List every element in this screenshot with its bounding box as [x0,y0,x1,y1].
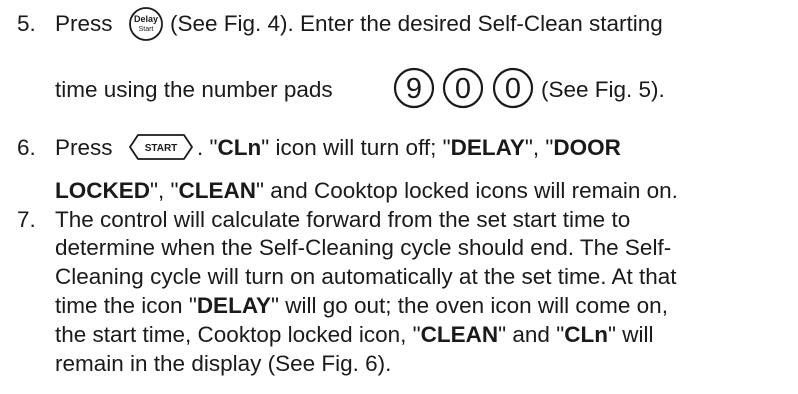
step-text-segment: time using the number pads [55,77,333,102]
step-text-bold: CLn [564,322,608,347]
step-text-bold: CLn [217,135,262,160]
step-text-segment: the start time, Cooktop locked icon, " [55,322,421,347]
step-text-segment: Press [55,135,113,160]
step-text: Cleaning cycle will turn on automaticall… [55,264,677,290]
step-text-segment: " will [607,322,654,347]
step-text-segment: . [197,135,210,160]
step-text: time the icon "DELAY" will go out; the o… [55,293,668,319]
step-text-segment: " and Cooktop locked icons will remain o… [255,178,678,203]
step-text: remain in the display (See Fig. 6). [55,351,391,377]
step-text: the start time, Cooktop locked icon, "CL… [55,322,653,348]
step-text: The control will calculate forward from … [55,207,630,233]
step-text-bold: DELAY [196,293,272,318]
step-text-bold: CLEAN [178,178,256,203]
pad-digit: 9 [406,73,422,105]
step-text-segment: time the icon " [55,293,197,318]
step-text-segment: (See Fig. 5). [541,77,665,102]
step-text-segment: ", " [524,135,554,160]
step-text-segment: " will go out; the oven icon will come o… [271,293,668,318]
step-text-segment: " [209,135,218,160]
step-text-segment: " and " [498,322,565,347]
number-pad-0-icon: 0 [492,67,534,109]
step-text-segment: (See Fig. 4). Enter the desired Self-Cle… [170,11,663,36]
start-icon-label: Start [139,26,154,33]
step-number: 5. [17,11,36,36]
step-number: 6. [17,135,36,160]
step-text-segment: ", " [150,178,179,203]
step-text: Press [55,135,113,161]
number-pad-0-icon: 0 [442,67,484,109]
step-text-segment: Cleaning cycle will turn on automaticall… [55,264,677,289]
start-icon-label: START [145,143,178,154]
step-text-bold: DOOR [553,135,621,160]
manual-page: { "steps": [ { "number": "5.", "line1_a"… [0,0,798,394]
step-text-bold: DELAY [450,135,525,160]
step-text: determine when the Self-Cleaning cycle s… [55,235,671,261]
step-text-segment: icon will turn off; " [269,135,451,160]
delay-start-button-icon: Delay Start [129,7,163,41]
step-text: LOCKED", "CLEAN" and Cooktop locked icon… [55,178,678,204]
step-text: Press [55,11,113,37]
pad-digit: 0 [505,73,521,105]
step-text-segment: remain in the display (See Fig. 6). [55,351,392,376]
number-pad-9-icon: 9 [393,67,435,109]
delay-icon-label: Delay [134,14,158,24]
step-text-bold: LOCKED [55,178,150,203]
step-number: 7. [17,207,36,232]
step-text: (See Fig. 4). Enter the desired Self-Cle… [170,11,663,37]
pad-digit: 0 [455,73,471,105]
step-text: (See Fig. 5). [541,77,665,103]
step-text: . "CLn" icon will turn off; "DELAY", "DO… [197,135,621,161]
step-text-bold: CLEAN [420,322,499,347]
step-text-segment: determine when the Self-Cleaning cycle s… [55,235,672,260]
step-text-segment: The control will calculate forward from … [55,207,631,232]
step-text: time using the number pads [55,77,333,103]
step-text-segment: Press [55,11,113,36]
start-button-icon: START [129,134,193,160]
